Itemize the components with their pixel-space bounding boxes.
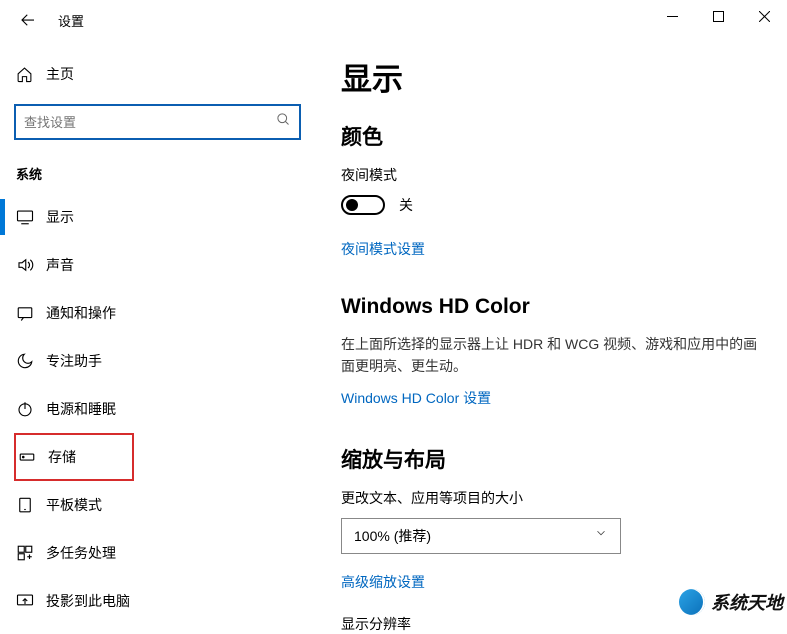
main-content: 显示 颜色 夜间模式 关 夜间模式设置 Windows HD Color 在上面… [323, 40, 787, 621]
display-icon [16, 208, 46, 226]
sidebar-item-project-to-pc[interactable]: 投影到此电脑 [14, 577, 309, 625]
globe-icon [679, 589, 705, 615]
scale-layout-heading: 缩放与布局 [341, 444, 777, 474]
close-button[interactable] [741, 0, 787, 32]
sidebar-item-label: 存储 [48, 447, 76, 467]
sidebar-item-multitasking[interactable]: 多任务处理 [14, 529, 309, 577]
scale-select[interactable]: 100% (推荐) [341, 518, 621, 554]
sidebar-item-label: 多任务处理 [46, 543, 116, 563]
project-icon [16, 592, 46, 610]
night-light-toggle[interactable] [341, 195, 385, 215]
night-light-state: 关 [399, 195, 413, 215]
sidebar-home[interactable]: 主页 [14, 54, 309, 94]
home-label: 主页 [46, 64, 74, 84]
sidebar-item-label: 投影到此电脑 [46, 591, 130, 611]
hd-color-heading: Windows HD Color [341, 295, 777, 319]
focus-icon [16, 352, 46, 370]
tablet-icon [16, 496, 46, 514]
power-icon [16, 400, 46, 418]
advanced-scale-link[interactable]: 高级缩放设置 [341, 572, 425, 592]
page-title: 显示 [341, 54, 777, 99]
sidebar-item-label: 通知和操作 [46, 303, 116, 323]
sidebar-item-label: 平板模式 [46, 495, 102, 515]
minimize-button[interactable] [649, 0, 695, 32]
home-icon [16, 66, 46, 83]
resolution-label: 显示分辨率 [341, 614, 777, 634]
sidebar: 主页 系统 显示 声音 通知和操作 专注助手 电源和睡眠 [0, 40, 323, 621]
multitasking-icon [16, 544, 46, 562]
sidebar-item-power-sleep[interactable]: 电源和睡眠 [14, 385, 309, 433]
sidebar-item-label: 专注助手 [46, 351, 102, 371]
sidebar-item-tablet-mode[interactable]: 平板模式 [14, 481, 309, 529]
chevron-down-icon [594, 526, 608, 545]
night-light-settings-link[interactable]: 夜间模式设置 [341, 239, 425, 259]
search-input-container[interactable] [14, 104, 301, 140]
watermark: 系统天地 [679, 589, 783, 615]
sidebar-item-label: 电源和睡眠 [46, 399, 116, 419]
hd-color-settings-link[interactable]: Windows HD Color 设置 [341, 388, 491, 408]
night-light-label: 夜间模式 [341, 165, 777, 185]
scale-label: 更改文本、应用等项目的大小 [341, 488, 777, 508]
storage-icon [18, 448, 48, 466]
sidebar-item-storage[interactable]: 存储 [14, 433, 134, 481]
hd-color-description: 在上面所选择的显示器上让 HDR 和 WCG 视频、游戏和应用中的画面更明亮、更… [341, 333, 761, 378]
sidebar-item-sound[interactable]: 声音 [14, 241, 309, 289]
sidebar-section-label: 系统 [14, 164, 309, 183]
back-button[interactable] [16, 11, 40, 29]
sidebar-item-focus-assist[interactable]: 专注助手 [14, 337, 309, 385]
sidebar-item-notifications[interactable]: 通知和操作 [14, 289, 309, 337]
watermark-text: 系统天地 [711, 589, 783, 615]
sound-icon [16, 256, 46, 274]
search-icon [276, 112, 291, 132]
notifications-icon [16, 304, 46, 322]
maximize-button[interactable] [695, 0, 741, 32]
color-heading: 颜色 [341, 121, 777, 151]
scale-select-value: 100% (推荐) [354, 526, 431, 546]
sidebar-item-label: 声音 [46, 255, 74, 275]
sidebar-item-label: 显示 [46, 207, 74, 227]
toggle-knob [346, 199, 358, 211]
window-title: 设置 [58, 11, 84, 30]
sidebar-item-display[interactable]: 显示 [14, 193, 309, 241]
search-input[interactable] [24, 115, 276, 130]
